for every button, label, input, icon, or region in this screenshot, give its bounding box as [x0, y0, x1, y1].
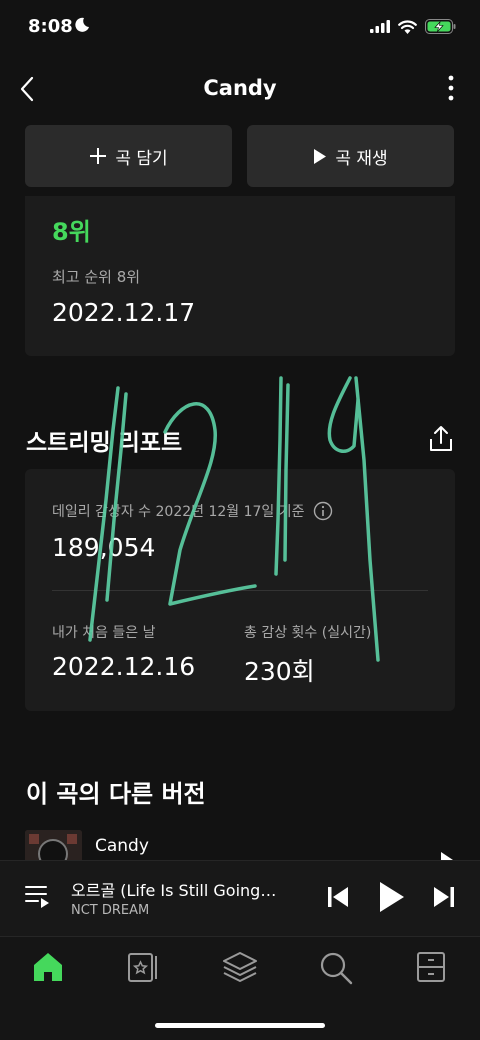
version-play-icon[interactable] — [440, 851, 454, 860]
version-album-art[interactable] — [25, 830, 82, 860]
home-indicator — [155, 1023, 325, 1028]
library-icon[interactable] — [126, 951, 160, 983]
next-track-icon[interactable] — [433, 886, 455, 908]
other-versions-title: 이 곡의 다른 버전 — [26, 780, 206, 808]
previous-track-icon[interactable] — [327, 886, 349, 908]
layers-icon[interactable] — [222, 951, 258, 983]
queue-icon[interactable] — [24, 883, 52, 909]
play-pause-icon[interactable] — [378, 880, 406, 914]
mini-player[interactable]: 오르골 (Life Is Still Going… NCT DREAM — [0, 860, 480, 936]
storage-icon[interactable] — [415, 951, 447, 983]
album-art-image — [25, 830, 82, 860]
home-icon[interactable] — [31, 951, 65, 983]
now-playing-artist[interactable]: NCT DREAM — [71, 903, 149, 918]
search-icon[interactable] — [319, 951, 353, 985]
tab-bar — [0, 936, 480, 1040]
now-playing-title[interactable]: 오르골 (Life Is Still Going… — [71, 877, 301, 901]
version-item-name[interactable]: Candy — [95, 836, 149, 856]
